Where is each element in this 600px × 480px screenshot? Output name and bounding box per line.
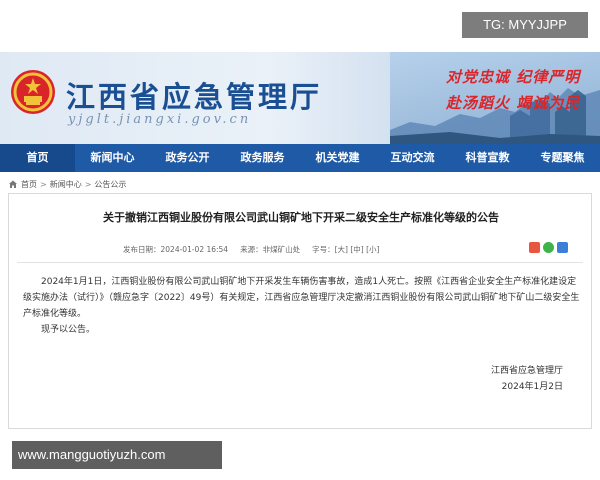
site-title[interactable]: 江西省应急管理厅: [66, 74, 322, 116]
national-emblem-icon: [11, 70, 55, 114]
breadcrumb: 首页 > 新闻中心 > 公告公示: [8, 176, 126, 192]
publish-date: 发布日期：2024-01-02 16:54: [123, 245, 229, 254]
nav-item-home[interactable]: 首页: [0, 144, 75, 172]
breadcrumb-separator: >: [84, 179, 92, 189]
nav-item-party-building[interactable]: 机关党建: [300, 144, 375, 172]
slogan-line-2: 赴汤蹈火 竭诚为民: [446, 94, 581, 112]
nav-item-news[interactable]: 新闻中心: [75, 144, 150, 172]
nav-item-gov-services[interactable]: 政务服务: [225, 144, 300, 172]
nav-item-science[interactable]: 科普宣教: [450, 144, 525, 172]
more-share-icon[interactable]: [557, 242, 568, 253]
article-body: 2024年1月1日，江西铜业股份有限公司武山铜矿地下开采发生车辆伤害事故，造成1…: [23, 274, 581, 338]
main-nav: 首页 新闻中心 政务公开 政务服务 机关党建 互动交流 科普宣教 专题聚焦: [0, 144, 600, 172]
article-paragraph: 2024年1月1日，江西铜业股份有限公司武山铜矿地下开采发生车辆伤害事故，造成1…: [23, 277, 580, 319]
article-meta: 发布日期：2024-01-02 16:54 来源：非煤矿山处 字号：[大] [中…: [123, 244, 379, 255]
watermark-bottom: www.mangguotiyuzh.com: [12, 441, 222, 469]
site-url: yjglt.jiangxi.gov.cn: [68, 112, 252, 127]
nav-item-topics[interactable]: 专题聚焦: [525, 144, 600, 172]
font-size-selector[interactable]: 字号：[大] [中] [小]: [312, 244, 379, 255]
nav-item-gov-affairs[interactable]: 政务公开: [150, 144, 225, 172]
article-title: 关于撤销江西铜业股份有限公司武山铜矿地下开采二级安全生产标准化等级的公告: [103, 211, 499, 224]
nav-item-interaction[interactable]: 互动交流: [375, 144, 450, 172]
article-source: 来源：非煤矿山处: [240, 245, 301, 254]
wechat-share-icon[interactable]: [543, 242, 554, 253]
article-paragraph: 现予以公告。: [41, 325, 96, 335]
breadcrumb-notices[interactable]: 公告公示: [94, 179, 126, 190]
article-panel: 关于撤销江西铜业股份有限公司武山铜矿地下开采二级安全生产标准化等级的公告 发布日…: [8, 193, 592, 429]
share-bar: [529, 242, 568, 253]
breadcrumb-news[interactable]: 新闻中心: [50, 179, 82, 190]
page: TG: MYYJJPP 江西省应急管理厅 yjglt.jiangxi.gov.c…: [0, 0, 600, 480]
weibo-share-icon[interactable]: [529, 242, 540, 253]
slogan-line-1: 对党忠诚 纪律严明: [446, 68, 581, 86]
divider: [17, 262, 583, 263]
article-date: 2024年1月2日: [501, 382, 563, 392]
home-icon: [9, 180, 17, 188]
site-banner: 江西省应急管理厅 yjglt.jiangxi.gov.cn 对党忠诚 纪律严明 …: [0, 52, 600, 144]
breadcrumb-home[interactable]: 首页: [21, 179, 37, 190]
breadcrumb-separator: >: [40, 179, 47, 189]
watermark-top: TG: MYYJJPP: [462, 12, 588, 38]
article-signature: 江西省应急管理厅: [490, 366, 563, 376]
